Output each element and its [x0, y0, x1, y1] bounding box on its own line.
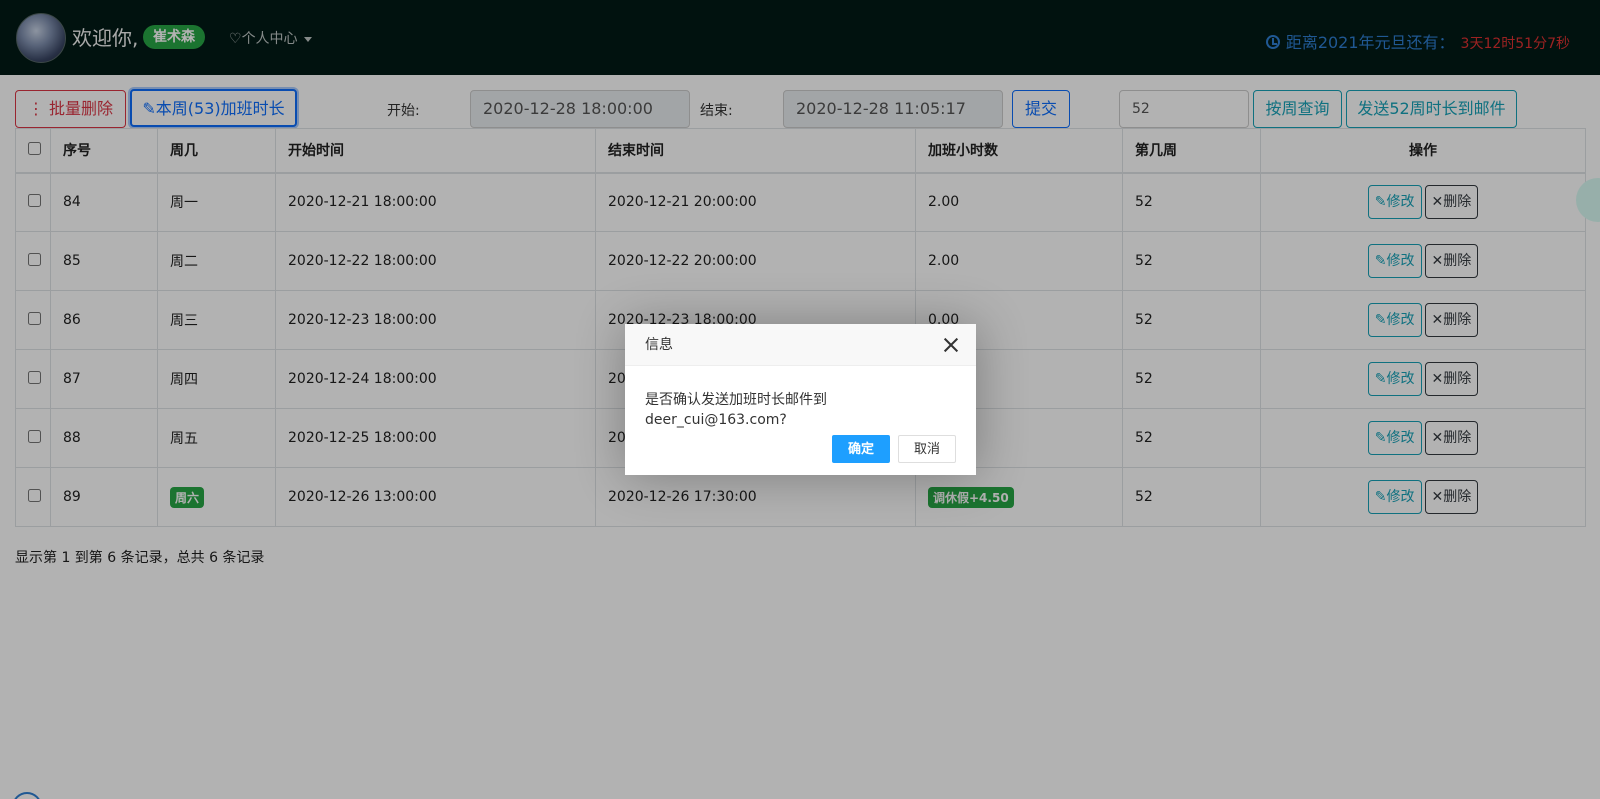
- close-icon[interactable]: [942, 336, 960, 354]
- confirm-dialog: 信息 是否确认发送加班时长邮件到deer_cui@163.com? 确定 取消: [625, 324, 976, 475]
- dialog-message: 是否确认发送加班时长邮件到deer_cui@163.com?: [645, 392, 827, 428]
- cancel-button[interactable]: 取消: [897, 435, 956, 463]
- confirm-button[interactable]: 确定: [831, 435, 890, 463]
- dialog-title: 信息: [625, 324, 976, 366]
- dialog-buttons: 确定 取消: [824, 435, 956, 463]
